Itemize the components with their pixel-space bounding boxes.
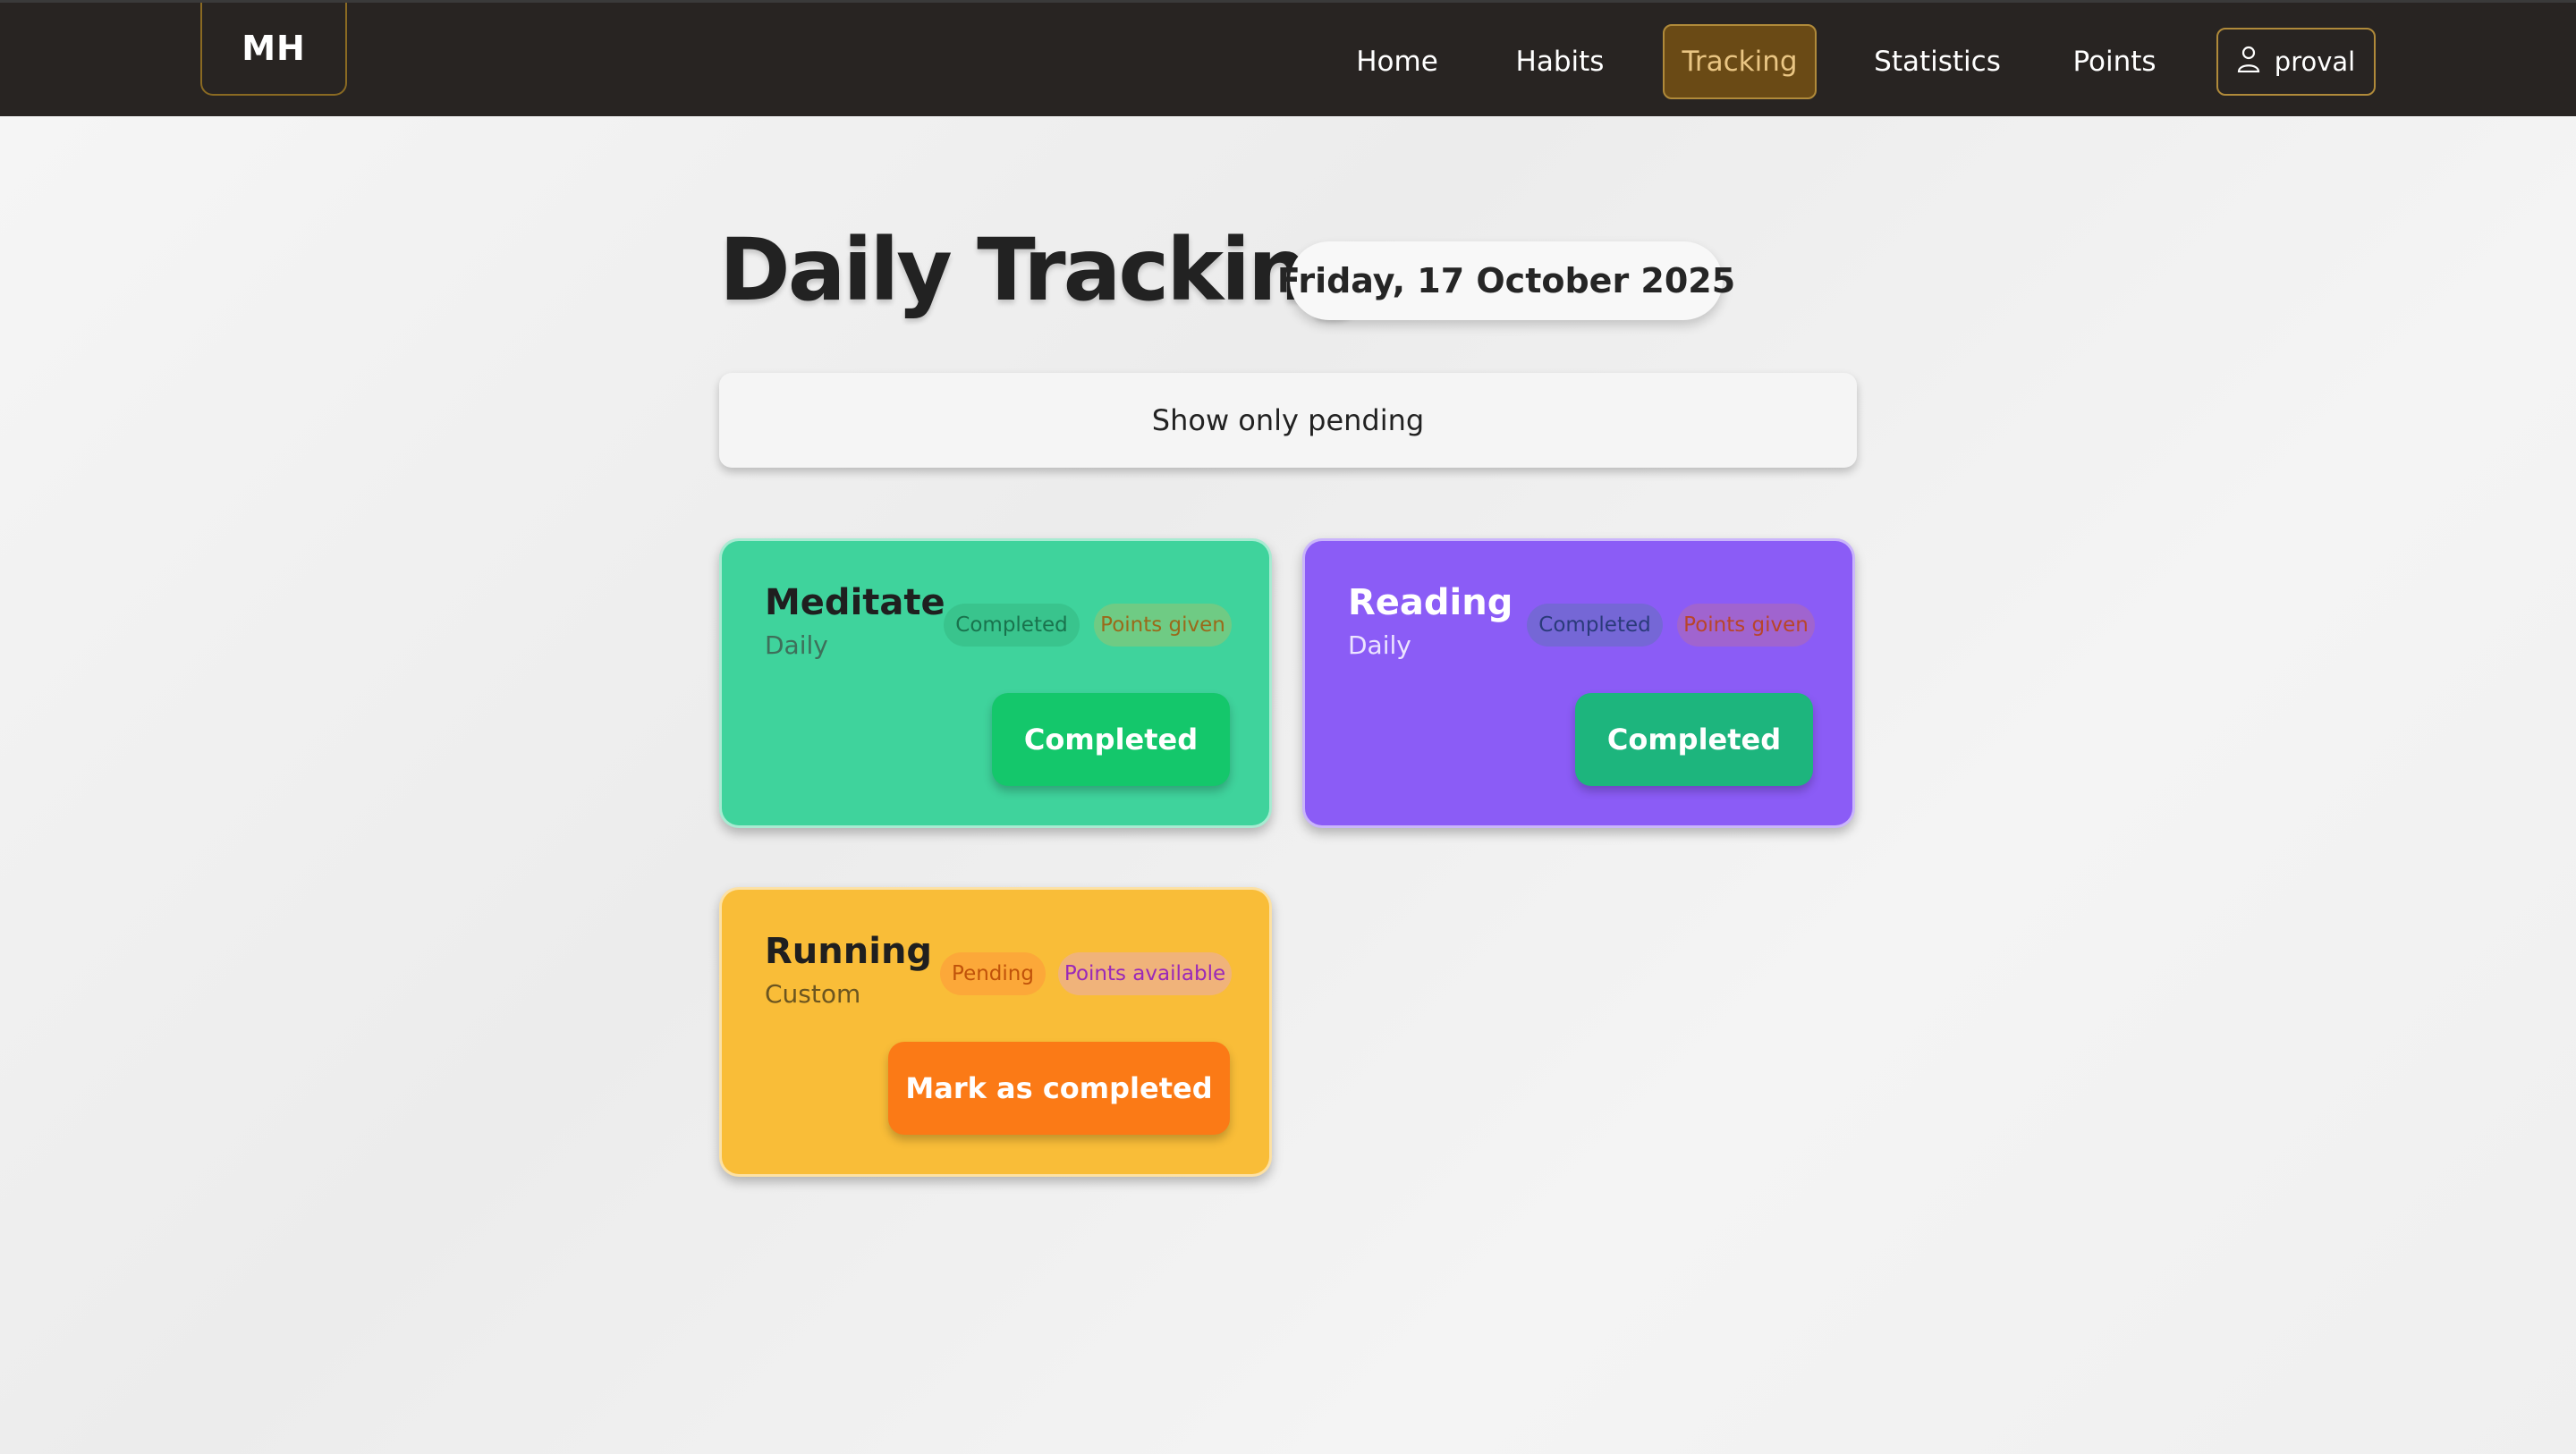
status-badge: Completed bbox=[1527, 604, 1663, 647]
status-badge: Completed bbox=[944, 604, 1080, 647]
habit-card-running: Running Custom Pending Points available … bbox=[719, 887, 1272, 1177]
points-badge: Points given bbox=[1094, 604, 1232, 647]
navbar: MH Home Habits Tracking Statistics Point… bbox=[0, 0, 2576, 116]
habit-card-reading: Reading Daily Completed Points given Com… bbox=[1302, 538, 1855, 828]
habit-frequency: Daily bbox=[765, 630, 828, 660]
habit-action-button[interactable]: Completed bbox=[1575, 693, 1813, 786]
show-only-pending-button[interactable]: Show only pending bbox=[719, 373, 1857, 468]
user-name: proval bbox=[2274, 46, 2356, 77]
habit-frequency: Custom bbox=[765, 979, 861, 1009]
status-badge: Pending bbox=[940, 952, 1046, 995]
nav-link-habits[interactable]: Habits bbox=[1496, 24, 1624, 99]
app-logo[interactable]: MH bbox=[200, 3, 347, 96]
user-menu-button[interactable]: proval bbox=[2216, 28, 2376, 96]
habit-name: Running bbox=[765, 931, 933, 972]
points-badge: Points available bbox=[1058, 952, 1232, 995]
current-date-badge: Friday, 17 October 2025 bbox=[1277, 241, 1735, 320]
habit-name: Reading bbox=[1348, 582, 1513, 623]
page-title: Daily Tracking bbox=[719, 220, 1368, 320]
habit-card-meditate: Meditate Daily Completed Points given Co… bbox=[719, 538, 1272, 828]
habit-frequency: Daily bbox=[1348, 630, 1411, 660]
user-icon bbox=[2237, 46, 2260, 79]
habit-name: Meditate bbox=[765, 582, 945, 623]
points-badge: Points given bbox=[1677, 604, 1815, 647]
mark-as-completed-button[interactable]: Mark as completed bbox=[888, 1042, 1230, 1135]
nav-link-tracking[interactable]: Tracking bbox=[1663, 24, 1817, 99]
nav-link-statistics[interactable]: Statistics bbox=[1869, 24, 2005, 99]
habit-action-button[interactable]: Completed bbox=[992, 693, 1230, 786]
nav-link-home[interactable]: Home bbox=[1336, 24, 1458, 99]
nav-link-points[interactable]: Points bbox=[2063, 24, 2166, 99]
